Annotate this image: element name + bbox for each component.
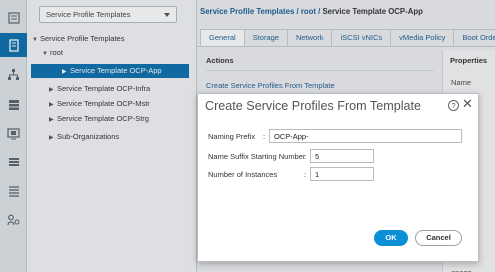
cancel-button[interactable]: Cancel	[415, 230, 462, 246]
suffix-start-label: Name Suffix Starting Number	[208, 152, 306, 161]
help-icon[interactable]: ?	[448, 100, 459, 111]
suffix-start-input[interactable]	[310, 149, 374, 163]
naming-prefix-label: Naming Prefix	[208, 132, 256, 141]
instances-input[interactable]	[310, 167, 374, 181]
create-profiles-dialog: Create Service Profiles From Template ? …	[197, 93, 479, 262]
close-icon[interactable]: ✕	[462, 97, 473, 111]
colon: :	[304, 170, 307, 179]
ok-button[interactable]: OK	[374, 230, 408, 246]
naming-prefix-input[interactable]	[269, 129, 462, 143]
colon: :	[263, 132, 266, 141]
colon: :	[304, 152, 307, 161]
instances-label: Number of Instances	[208, 170, 278, 179]
dialog-title: Create Service Profiles From Template	[205, 99, 422, 113]
